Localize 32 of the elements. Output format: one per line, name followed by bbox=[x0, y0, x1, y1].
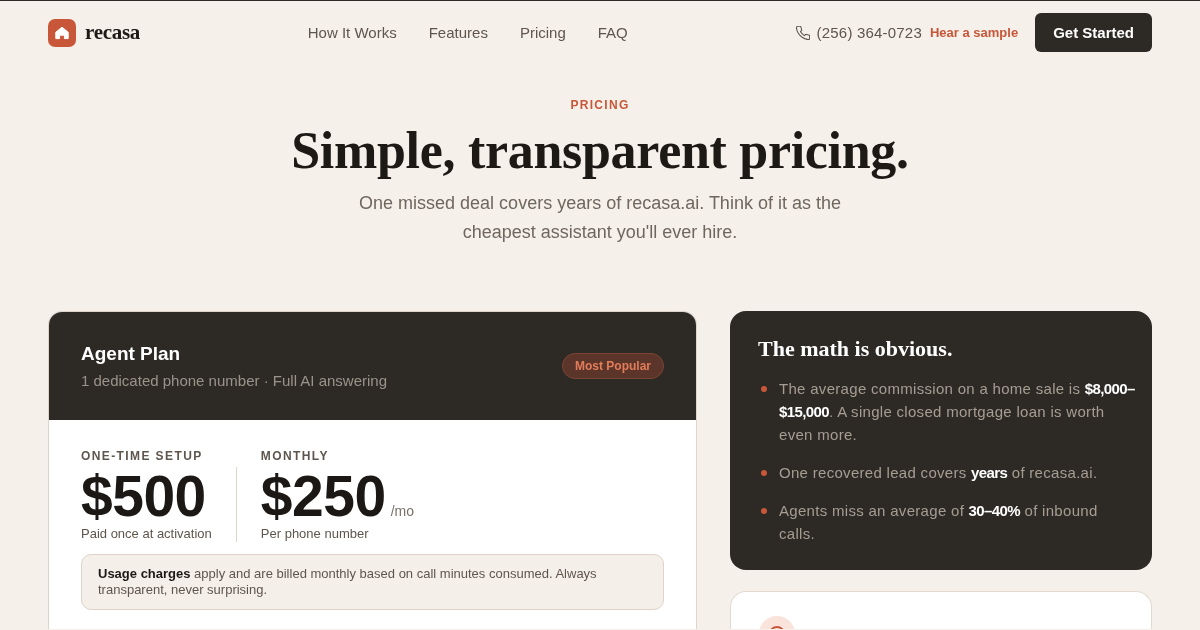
bullet-icon bbox=[761, 508, 767, 514]
bullet-text: Agents miss an average of 30–40% of inbound calls. bbox=[779, 501, 1099, 544]
price-label: ONE-TIME SETUP bbox=[81, 449, 204, 463]
ring-icon bbox=[759, 616, 795, 629]
usage-note: Usage charges apply and are billed monthly based on call minutes consumed. Always transparent, never surprising. bbox=[81, 554, 664, 610]
sample-link[interactable]: Hear a sample bbox=[929, 25, 1019, 40]
price-unit: /mo bbox=[390, 503, 414, 519]
phone-icon bbox=[795, 25, 810, 40]
subtitle: One missed deal covers years of recasa.ai. Think of it as the cheapest assistant you'll ever hire. bbox=[358, 192, 842, 244]
house-icon[interactable] bbox=[48, 18, 76, 47]
plan-description: 1 dedicated phone number · Full AI answering bbox=[81, 370, 388, 391]
price-amount: $500 bbox=[81, 466, 206, 526]
get-started-button[interactable]: Get Started bbox=[1035, 13, 1152, 52]
bullet-icon bbox=[761, 470, 767, 476]
phone-link[interactable]: (256) 364-0723 bbox=[816, 24, 922, 41]
nav-link[interactable]: How It Works bbox=[307, 24, 397, 41]
brand-name[interactable]: recasa bbox=[85, 20, 140, 45]
price-amount: $250 bbox=[260, 466, 386, 526]
card-title: The math is obvious. bbox=[758, 335, 954, 363]
price-note: Per phone number bbox=[260, 526, 370, 542]
nav-link[interactable]: Features bbox=[428, 24, 488, 41]
bullet-text: One recovered lead covers years of recasa.ai. bbox=[779, 463, 1099, 483]
price-label: MONTHLY bbox=[260, 449, 330, 463]
bullet-text: The average commission on a home sale is $8,000–$15,000. A single closed mortgage loan is worth even more. bbox=[779, 379, 1136, 445]
page-title: Simple, transparent pricing. bbox=[291, 121, 909, 181]
bullet-icon bbox=[761, 386, 767, 392]
nav-link[interactable]: FAQ bbox=[597, 24, 628, 41]
popular-badge: Most Popular bbox=[562, 353, 664, 379]
price-note: Paid once at activation bbox=[81, 526, 212, 542]
section-label: PRICING bbox=[570, 98, 630, 112]
nav-link[interactable]: Pricing bbox=[519, 24, 566, 41]
plan-name: Agent Plan bbox=[81, 341, 182, 366]
